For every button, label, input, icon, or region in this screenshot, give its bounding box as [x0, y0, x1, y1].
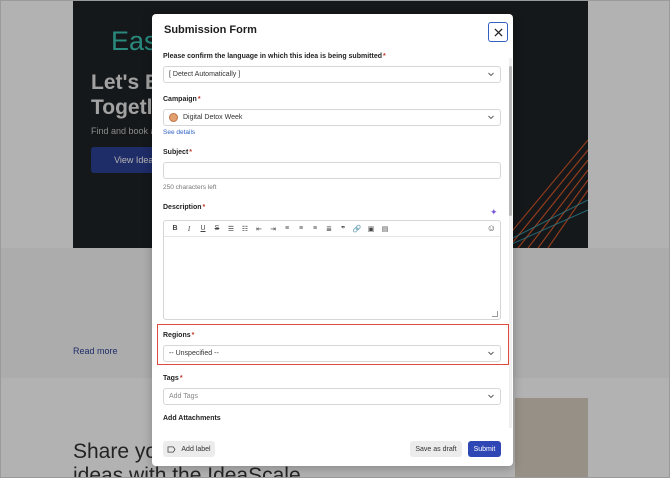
subject-label-text: Subject [163, 149, 189, 156]
subject-char-count: 250 characters left [163, 184, 217, 191]
video-icon[interactable]: ▣ [364, 223, 378, 235]
regions-label: Regions* [163, 332, 194, 339]
link-icon[interactable]: 🔗 [350, 223, 364, 235]
regions-label-text: Regions [163, 332, 191, 339]
save-as-draft-button[interactable]: Save as draft [410, 441, 462, 457]
tags-placeholder: Add Tags [169, 393, 199, 400]
submission-form-modal: Submission Form Please confirm the langu… [152, 14, 513, 466]
subject-input[interactable] [163, 162, 501, 179]
campaign-select-value: Digital Detox Week [183, 114, 243, 121]
chevron-down-icon [488, 394, 494, 399]
campaign-label-text: Campaign [163, 96, 197, 103]
language-select-value: [ Detect Automatically ] [169, 71, 241, 78]
campaign-icon [169, 113, 178, 122]
required-mark: * [202, 204, 206, 211]
numbered-list-icon[interactable]: ☷ [238, 223, 252, 235]
strikethrough-icon[interactable]: S [210, 223, 224, 235]
close-button[interactable] [488, 22, 508, 42]
emoji-icon[interactable]: ☺ [487, 223, 496, 233]
language-label: Please confirm the language in which thi… [163, 53, 386, 60]
regions-select-value: -- Unspecified -- [169, 350, 219, 357]
bullet-list-icon[interactable]: ☰ [224, 223, 238, 235]
outdent-icon[interactable]: ⇤ [252, 223, 266, 235]
description-label: Description* [163, 204, 205, 211]
description-label-text: Description [163, 204, 202, 211]
add-label-button[interactable]: Add label [163, 441, 215, 457]
align-center-icon[interactable]: ≡ [294, 223, 308, 235]
see-details-link[interactable]: See details [163, 129, 195, 136]
required-mark: * [197, 96, 201, 103]
align-right-icon[interactable]: ≡ [308, 223, 322, 235]
campaign-select[interactable]: Digital Detox Week [163, 109, 501, 126]
modal-title: Submission Form [164, 24, 257, 36]
underline-icon[interactable]: U [196, 223, 210, 235]
description-editor[interactable]: B I U S ☰ ☷ ⇤ ⇥ ≡ ≡ ≡ ≣ ❞ 🔗 ▣ ▤ ☺ [163, 220, 501, 320]
chevron-down-icon [488, 351, 494, 356]
resize-handle[interactable] [492, 311, 498, 317]
language-select[interactable]: [ Detect Automatically ] [163, 66, 501, 83]
submit-button[interactable]: Submit [468, 441, 501, 457]
required-mark: * [179, 375, 183, 382]
ai-assist-icon[interactable]: ✦ [490, 207, 498, 218]
close-icon [493, 27, 503, 37]
required-mark: * [191, 332, 195, 339]
align-left-icon[interactable]: ≡ [280, 223, 294, 235]
scrollbar-thumb[interactable] [509, 66, 512, 216]
subject-label: Subject* [163, 149, 192, 156]
justify-icon[interactable]: ≣ [322, 223, 336, 235]
required-mark: * [383, 53, 386, 60]
regions-select[interactable]: -- Unspecified -- [163, 345, 501, 362]
tags-select[interactable]: Add Tags [163, 388, 501, 405]
attachments-label: Add Attachments [163, 415, 221, 422]
tags-label: Tags* [163, 375, 183, 382]
image-icon[interactable]: ▤ [378, 223, 392, 235]
quote-icon[interactable]: ❞ [336, 223, 350, 235]
chevron-down-icon [488, 72, 494, 77]
chevron-down-icon [488, 115, 494, 120]
required-mark: * [189, 149, 193, 156]
label-icon [167, 445, 176, 453]
indent-icon[interactable]: ⇥ [266, 223, 280, 235]
bold-icon[interactable]: B [168, 223, 182, 235]
campaign-label: Campaign* [163, 96, 201, 103]
language-label-text: Please confirm the language in which thi… [163, 53, 382, 60]
tags-label-text: Tags [163, 375, 179, 382]
add-label-text: Add label [181, 445, 211, 453]
italic-icon[interactable]: I [182, 223, 196, 235]
editor-toolbar: B I U S ☰ ☷ ⇤ ⇥ ≡ ≡ ≡ ≣ ❞ 🔗 ▣ ▤ ☺ [164, 221, 500, 237]
